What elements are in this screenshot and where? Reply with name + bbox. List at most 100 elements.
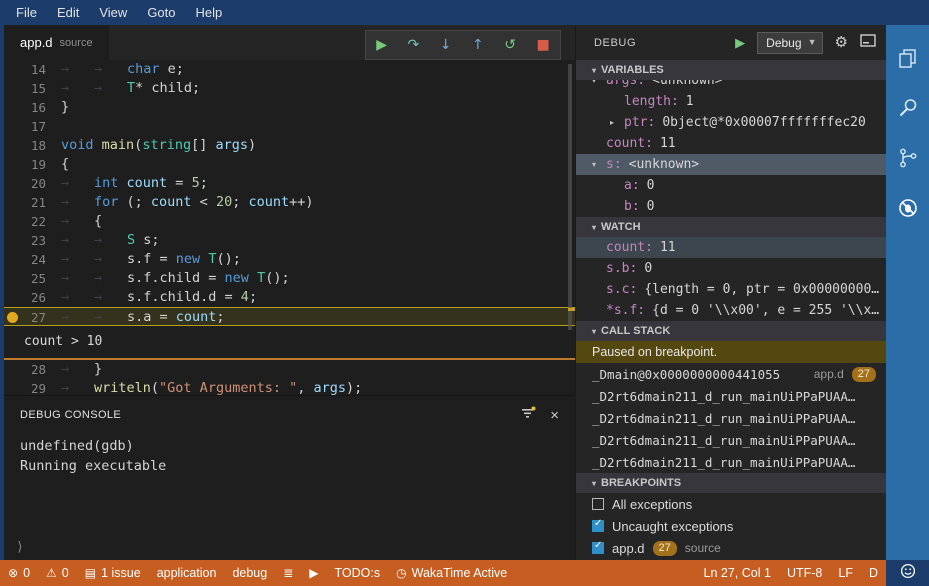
status-run[interactable]: ▶ <box>301 560 326 586</box>
code-line-26[interactable]: 26 → → s.f.child.d = 4; <box>4 288 575 307</box>
menu-edit[interactable]: Edit <box>47 0 89 25</box>
frame-name: _D2rt6dmain211_d_run_mainUiPPaPUAA… <box>592 432 856 448</box>
watch-section-header[interactable]: ▾ WATCH <box>576 217 886 237</box>
breakpoint-item-2[interactable]: app.d 27 source <box>576 537 886 559</box>
status-issues[interactable]: ▤ 1 issue <box>77 560 149 586</box>
debug-icon[interactable] <box>897 197 919 219</box>
code-line-27[interactable]: 27 → → s.a = count; <box>4 307 575 326</box>
stop-button[interactable]: ■ <box>536 38 549 52</box>
filter-icon[interactable] <box>521 406 536 424</box>
search-icon[interactable] <box>897 97 919 119</box>
status-warning[interactable]: ⚠ 0 <box>38 560 77 586</box>
status-output[interactable]: ≣ <box>275 560 301 586</box>
stack-frame-3[interactable]: _D2rt6dmain211_d_run_mainUiPPaPUAA… <box>576 429 886 451</box>
open-console-icon[interactable] <box>860 33 876 52</box>
breakpoint-item-1[interactable]: Uncaught exceptions <box>576 515 886 537</box>
checkbox[interactable] <box>592 540 604 554</box>
debug-config-dropdown[interactable]: Debug ▼ <box>757 31 823 54</box>
breakpoint-condition-widget[interactable]: count > 10 <box>4 326 575 360</box>
stack-frame-4[interactable]: _D2rt6dmain211_d_run_mainUiPPaPUAA… <box>576 451 886 473</box>
variable-value: {d = 0 '\\x00', e = 255 '\\x… <box>652 303 880 318</box>
variables-section-header[interactable]: ▾ VARIABLES <box>576 60 886 80</box>
variable-value: 0 <box>644 261 653 276</box>
variable-row-args[interactable]: ▾ args: <unknown> <box>576 80 886 91</box>
variable-row-count[interactable]: count: 11 <box>576 133 886 154</box>
status-debug[interactable]: debug <box>224 560 275 586</box>
checkbox[interactable] <box>592 498 604 510</box>
code-line-24[interactable]: 24 → → s.f = new T(); <box>4 250 575 269</box>
step-out-button[interactable]: ↑ <box>472 38 484 52</box>
frame-name: _D2rt6dmain211_d_run_mainUiPPaPUAA… <box>592 388 856 404</box>
code-line-17[interactable]: 17 <box>4 117 575 136</box>
breakpoint-item-0[interactable]: All exceptions <box>576 493 886 515</box>
breakpoints-section-header[interactable]: ▾ BREAKPOINTS <box>576 473 886 493</box>
code-line-20[interactable]: 20 → int count = 5; <box>4 174 575 193</box>
code-line-28[interactable]: 28 →} <box>4 360 575 379</box>
status-encoding[interactable]: UTF-8 <box>779 560 830 586</box>
stack-frame-1[interactable]: _D2rt6dmain211_d_run_mainUiPPaPUAA… <box>576 385 886 407</box>
expanded-arrow-icon[interactable]: ▾ <box>592 154 596 175</box>
restart-button[interactable]: ↺ <box>504 38 516 52</box>
tab-app-d[interactable]: app.d source <box>4 25 109 60</box>
callstack-section-title: CALL STACK <box>601 325 671 337</box>
variable-value: 1 <box>685 94 694 109</box>
variable-value: 11 <box>659 136 676 151</box>
status-label: WakaTime Active <box>411 566 508 580</box>
variable-row-ptr[interactable]: ▸ ptr: 0bject@*0x00007fffffffec20 <box>576 112 886 133</box>
code-line-16[interactable]: 16} <box>4 98 575 117</box>
variable-row-s[interactable]: ▾ s: <unknown> <box>576 154 886 175</box>
line-number: 21 <box>30 195 46 210</box>
continue-button[interactable]: ▶ <box>376 38 387 52</box>
status-label: 1 issue <box>101 566 141 580</box>
variable-row-sf[interactable]: *s.f: {d = 0 '\\x00', e = 255 '\\x… <box>576 300 886 321</box>
stack-frame-0[interactable]: _Dmain@0x0000000000441055 app.d 27 <box>576 363 886 385</box>
files-icon[interactable] <box>897 47 919 69</box>
editor-scrollbar[interactable] <box>568 64 572 330</box>
checkbox[interactable] <box>592 518 604 532</box>
status-language-mode[interactable]: D <box>861 560 886 586</box>
code-line-19[interactable]: 19{ <box>4 155 575 174</box>
variable-row-b[interactable]: b: 0 <box>576 196 886 217</box>
status-error[interactable]: ⊗ 0 <box>0 560 38 586</box>
source-control-icon[interactable] <box>897 147 919 169</box>
stack-frame-2[interactable]: _D2rt6dmain211_d_run_mainUiPPaPUAA… <box>576 407 886 429</box>
menu-file[interactable]: File <box>6 0 47 25</box>
gear-icon[interactable]: ⚙ <box>835 35 848 50</box>
start-debug-icon[interactable]: ▶ <box>735 35 745 51</box>
step-into-button[interactable]: ↓ <box>440 38 452 52</box>
menu-goto[interactable]: Goto <box>137 0 185 25</box>
expanded-arrow-icon[interactable]: ▾ <box>592 80 596 91</box>
feedback-corner[interactable] <box>886 560 929 586</box>
variable-row-count[interactable]: count: 11 <box>576 237 886 258</box>
breakpoint-dot[interactable] <box>7 312 18 323</box>
callstack-section-header[interactable]: ▾ CALL STACK <box>576 321 886 341</box>
variable-row-sb[interactable]: s.b: 0 <box>576 258 886 279</box>
close-icon[interactable]: × <box>550 408 559 423</box>
menu-view[interactable]: View <box>89 0 137 25</box>
status-application[interactable]: application <box>149 560 225 586</box>
status-todo-s[interactable]: TODO:s <box>327 560 389 586</box>
code-line-23[interactable]: 23 → → S s; <box>4 231 575 250</box>
code-line-18[interactable]: 18 void main(string[] args) <box>4 136 575 155</box>
code-line-14[interactable]: 14 → → char e; <box>4 60 575 79</box>
menu-help[interactable]: Help <box>186 0 233 25</box>
frame-file: app.d <box>813 367 844 381</box>
status-cursor-position[interactable]: Ln 27, Col 1 <box>696 560 779 586</box>
code-line-22[interactable]: 22 →{ <box>4 212 575 231</box>
status-eol[interactable]: LF <box>830 560 861 586</box>
code-line-21[interactable]: 21 → for (; count < 20; count++) <box>4 193 575 212</box>
frame-name: _D2rt6dmain211_d_run_mainUiPPaPUAA… <box>592 410 856 426</box>
code-line-25[interactable]: 25 → → s.f.child = new T(); <box>4 269 575 288</box>
variable-row-a[interactable]: a: 0 <box>576 175 886 196</box>
status-clock[interactable]: ◷ WakaTime Active <box>388 560 515 586</box>
variable-name: s: <box>606 157 622 172</box>
collapsed-arrow-icon[interactable]: ▸ <box>610 112 614 133</box>
code-line-15[interactable]: 15 → → T* child; <box>4 79 575 98</box>
status-bar: ⊗ 0 ⚠ 0 ▤ 1 issue application debug ≣ ▶ TODO:s ◷ Wak… <box>0 560 886 586</box>
variable-row-sc[interactable]: s.c: {length = 0, ptr = 0x00000000… <box>576 279 886 300</box>
error-icon: ⊗ <box>8 566 19 580</box>
line-number: 24 <box>30 252 46 267</box>
variable-row-length[interactable]: length: 1 <box>576 91 886 112</box>
console-prompt[interactable]: ⟩ <box>16 540 24 555</box>
step-over-button[interactable]: ↷ <box>408 38 420 52</box>
